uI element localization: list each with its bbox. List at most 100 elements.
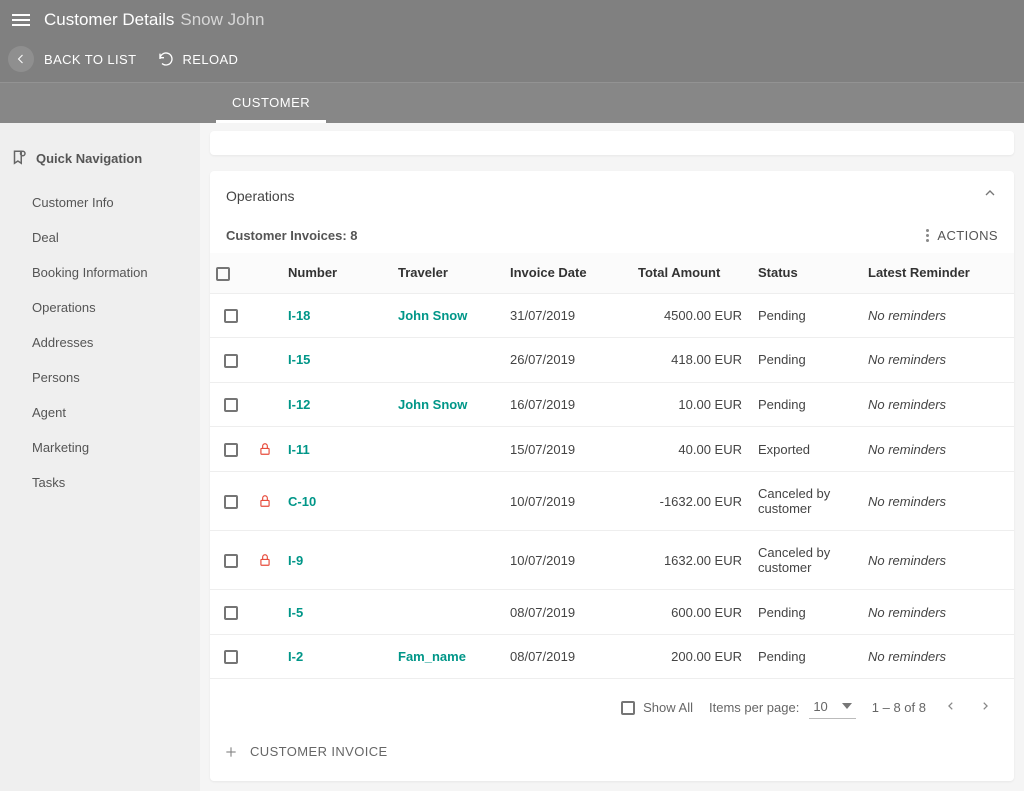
- sidebar-item-persons[interactable]: Persons: [0, 360, 200, 395]
- invoice-date: 08/07/2019: [504, 634, 632, 679]
- reload-button[interactable]: RELOAD: [158, 51, 238, 67]
- latest-reminder: No reminders: [862, 472, 1014, 531]
- invoice-number-link[interactable]: I-9: [288, 553, 303, 568]
- page-next-button[interactable]: [976, 695, 994, 720]
- row-checkbox[interactable]: [224, 398, 238, 412]
- table-row[interactable]: C-10 10/07/2019-1632.00 EURCanceled by cu…: [210, 472, 1014, 531]
- lock-icon: [258, 552, 276, 568]
- invoice-date: 16/07/2019: [504, 382, 632, 427]
- traveler-link[interactable]: John Snow: [398, 397, 467, 412]
- chevron-down-icon: [842, 703, 852, 709]
- col-traveler[interactable]: Traveler: [392, 253, 504, 293]
- sidebar-item-addresses[interactable]: Addresses: [0, 325, 200, 360]
- invoices-count-label: Customer Invoices: 8: [226, 228, 358, 243]
- total-amount: 40.00 EUR: [632, 427, 752, 472]
- col-latest-reminder[interactable]: Latest Reminder: [862, 253, 1014, 293]
- back-to-list-link[interactable]: BACK TO LIST: [44, 52, 136, 67]
- sidebar-item-deal[interactable]: Deal: [0, 220, 200, 255]
- table-row[interactable]: I-5 08/07/2019600.00 EURPendingNo reminde…: [210, 590, 1014, 635]
- invoice-number-link[interactable]: I-15: [288, 352, 310, 367]
- invoice-number-link[interactable]: I-12: [288, 397, 310, 412]
- items-per-page-select[interactable]: 10: [809, 697, 855, 719]
- invoices-table: Number Traveler Invoice Date Total Amoun…: [210, 253, 1014, 679]
- invoice-date: 15/07/2019: [504, 427, 632, 472]
- latest-reminder: No reminders: [862, 634, 1014, 679]
- row-checkbox[interactable]: [224, 309, 238, 323]
- operations-card: Operations Customer Invoices: 8 ACTIONS: [210, 171, 1014, 781]
- invoice-date: 31/07/2019: [504, 293, 632, 338]
- sidebar-item-operations[interactable]: Operations: [0, 290, 200, 325]
- col-status[interactable]: Status: [752, 253, 862, 293]
- row-checkbox[interactable]: [224, 354, 238, 368]
- back-button[interactable]: [8, 46, 34, 72]
- total-amount: -1632.00 EUR: [632, 472, 752, 531]
- table-row[interactable]: I-9 10/07/20191632.00 EURCanceled by cust…: [210, 531, 1014, 590]
- row-checkbox[interactable]: [224, 606, 238, 620]
- table-row[interactable]: I-12John Snow16/07/201910.00 EURPendingN…: [210, 382, 1014, 427]
- sidebar-item-marketing[interactable]: Marketing: [0, 430, 200, 465]
- lock-icon: [258, 441, 276, 457]
- invoice-date: 08/07/2019: [504, 590, 632, 635]
- traveler-link[interactable]: Fam_name: [398, 649, 466, 664]
- card-placeholder: [210, 131, 1014, 155]
- items-per-page: Items per page: 10: [709, 697, 856, 719]
- row-checkbox[interactable]: [224, 495, 238, 509]
- invoice-number-link[interactable]: C-10: [288, 494, 316, 509]
- traveler-link[interactable]: John Snow: [398, 308, 467, 323]
- latest-reminder: No reminders: [862, 382, 1014, 427]
- sidebar-item-customer-info[interactable]: Customer Info: [0, 185, 200, 220]
- total-amount: 200.00 EUR: [632, 634, 752, 679]
- table-row[interactable]: I-18 John Snow 31/07/20194500.00 EURPendin…: [210, 293, 1014, 338]
- show-all-toggle[interactable]: Show All: [621, 700, 693, 715]
- invoice-number-link[interactable]: I-5: [288, 605, 303, 620]
- table-row[interactable]: I-2Fam_name08/07/2019200.00 EURPendingNo…: [210, 634, 1014, 679]
- pagination-range: 1 – 8 of 8: [872, 700, 926, 715]
- sidebar: Quick Navigation Customer Info Deal Book…: [0, 123, 200, 791]
- show-all-checkbox[interactable]: [621, 701, 635, 715]
- actions-menu[interactable]: ACTIONS: [926, 228, 998, 243]
- total-amount: 418.00 EUR: [632, 338, 752, 383]
- total-amount: 1632.00 EUR: [632, 531, 752, 590]
- col-total-amount[interactable]: Total Amount: [632, 253, 752, 293]
- status-text: Canceled by customer: [752, 472, 862, 531]
- status-text: Pending: [752, 293, 862, 338]
- bookmark-icon: [10, 149, 28, 167]
- row-checkbox[interactable]: [224, 554, 238, 568]
- tab-customer[interactable]: CUSTOMER: [216, 83, 326, 123]
- status-text: Pending: [752, 590, 862, 635]
- latest-reminder: No reminders: [862, 531, 1014, 590]
- status-text: Pending: [752, 382, 862, 427]
- invoice-date: 10/07/2019: [504, 531, 632, 590]
- status-text: Exported: [752, 427, 862, 472]
- invoice-number-link[interactable]: I-18: [288, 308, 310, 323]
- total-amount: 4500.00 EUR: [632, 293, 752, 338]
- lock-icon: [258, 493, 276, 509]
- page-prev-button[interactable]: [942, 695, 960, 720]
- add-customer-invoice-button[interactable]: CUSTOMER INVOICE: [210, 726, 1014, 777]
- table-row[interactable]: I-11 15/07/201940.00 EURExportedNo remind…: [210, 427, 1014, 472]
- sidebar-item-booking-information[interactable]: Booking Information: [0, 255, 200, 290]
- quick-navigation-header: Quick Navigation: [0, 149, 200, 185]
- row-checkbox[interactable]: [224, 443, 238, 457]
- col-number[interactable]: Number: [282, 253, 392, 293]
- latest-reminder: No reminders: [862, 293, 1014, 338]
- invoice-date: 10/07/2019: [504, 472, 632, 531]
- select-all-checkbox[interactable]: [216, 267, 230, 281]
- total-amount: 600.00 EUR: [632, 590, 752, 635]
- hamburger-menu[interactable]: [12, 11, 30, 29]
- page-title: Customer Details Snow John: [44, 10, 265, 30]
- latest-reminder: No reminders: [862, 427, 1014, 472]
- sidebar-item-agent[interactable]: Agent: [0, 395, 200, 430]
- sidebar-item-tasks[interactable]: Tasks: [0, 465, 200, 500]
- latest-reminder: No reminders: [862, 590, 1014, 635]
- status-text: Pending: [752, 338, 862, 383]
- invoice-number-link[interactable]: I-2: [288, 649, 303, 664]
- row-checkbox[interactable]: [224, 650, 238, 664]
- status-text: Canceled by customer: [752, 531, 862, 590]
- collapse-icon[interactable]: [982, 185, 998, 206]
- card-title: Operations: [226, 188, 294, 204]
- col-invoice-date[interactable]: Invoice Date: [504, 253, 632, 293]
- invoice-number-link[interactable]: I-11: [288, 442, 310, 457]
- table-row[interactable]: I-1526/07/2019418.00 EURPendingNo remind…: [210, 338, 1014, 383]
- invoice-date: 26/07/2019: [504, 338, 632, 383]
